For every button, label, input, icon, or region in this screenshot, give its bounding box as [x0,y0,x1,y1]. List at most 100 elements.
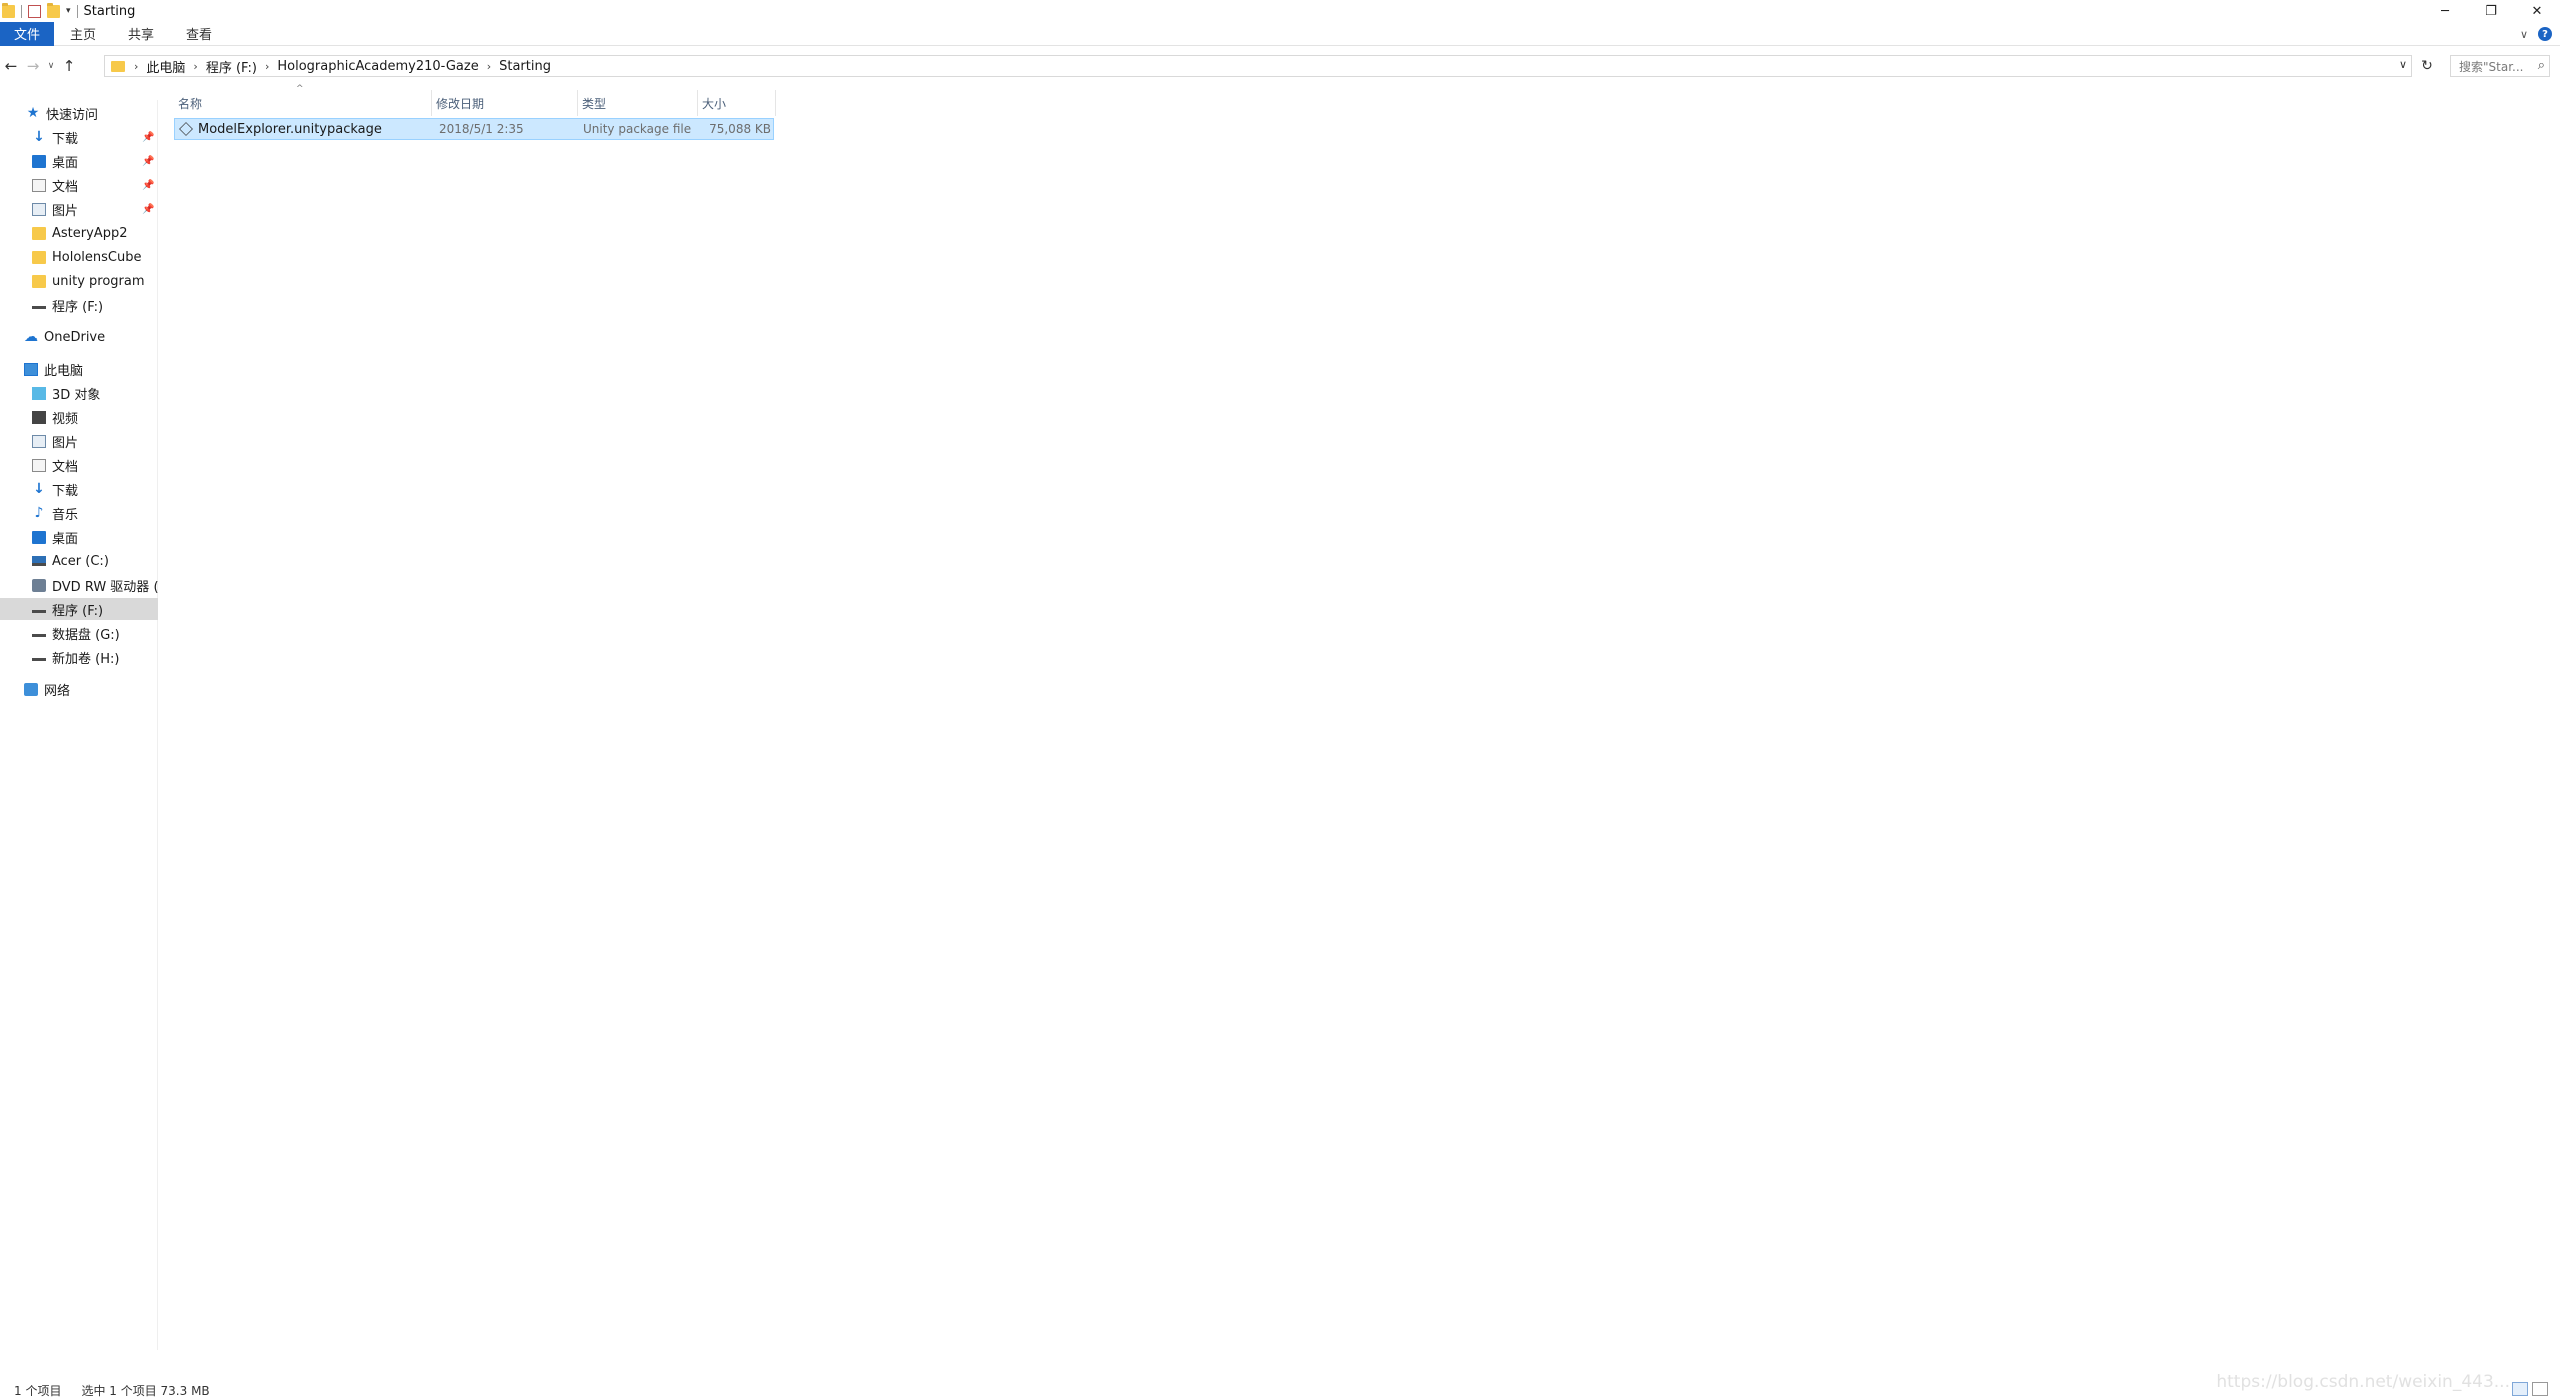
picture-icon [32,202,46,216]
nav-label: 3D 对象 [52,387,101,403]
nav-item-music[interactable]: ♪ 音乐 [0,502,158,524]
breadcrumb-current[interactable]: Starting [494,59,556,74]
breadcrumb-separator[interactable]: › [484,60,494,73]
system-drive-icon [32,556,46,566]
explorer-window: ▾ Starting ─ ❐ ✕ 文件 主页 共享 查看 ∨ ? ← → ∨ ↑… [0,0,2560,1400]
navigation-pane: ★ 快速访问 ↓ 下载 📌 桌面 📌 文档 📌 图片 📌 AsteryApp2 [0,100,158,1350]
customize-toolbar-icon[interactable]: ▾ [66,6,71,16]
computer-icon [24,362,38,376]
nav-label: 文档 [52,179,79,195]
drive-icon [32,605,46,613]
breadcrumb-separator[interactable]: › [190,60,200,73]
nav-label: 网络 [44,683,71,699]
nav-item-downloads[interactable]: ↓ 下载 📌 [0,126,158,148]
folder-icon [111,60,125,72]
help-icon[interactable]: ? [2538,27,2552,41]
drive-icon [32,629,46,637]
minimize-button[interactable]: ─ [2422,0,2468,22]
star-icon: ★ [26,105,40,121]
nav-label: 快速访问 [46,107,99,123]
ribbon-right: ∨ ? [2520,22,2552,46]
nav-item-drive-g[interactable]: 数据盘 (G:) [0,622,158,644]
nav-label: HololensCube [52,249,142,265]
forward-button[interactable]: → [22,55,44,77]
folder-icon [32,250,46,264]
dvd-drive-icon [32,578,46,592]
refresh-button[interactable]: ↻ [2416,55,2438,77]
restore-button[interactable]: ❐ [2468,0,2514,22]
breadcrumb-separator[interactable]: › [262,60,272,73]
nav-item-desktop[interactable]: 桌面 📌 [0,150,158,172]
nav-label: 数据盘 (G:) [52,627,120,643]
navigation-bar: ← → ∨ ↑ › 此电脑 › 程序 (F:) › HolographicAca… [0,53,2560,79]
nav-item-drive-f-quick[interactable]: 程序 (F:) [0,294,158,316]
download-icon: ↓ [33,481,45,497]
nav-quick-access[interactable]: ★ 快速访问 [0,102,158,124]
breadcrumb-project[interactable]: HolographicAcademy210-Gaze [272,59,483,74]
recent-locations-button[interactable]: ∨ [44,55,58,77]
details-view-icon[interactable] [2512,1382,2528,1396]
picture-icon [32,434,46,448]
breadcrumb-drive[interactable]: 程序 (F:) [201,57,262,76]
column-header-size[interactable]: 大小 [698,90,776,116]
search-input[interactable]: 搜索"Star... ⌕ [2450,55,2550,77]
nav-item-drive-f[interactable]: 程序 (F:) [0,598,158,620]
tab-file[interactable]: 文件 [0,21,55,46]
nav-item-unity-program[interactable]: unity program [0,270,158,292]
nav-item-videos[interactable]: 视频 [0,406,158,428]
nav-label: unity program [52,273,145,289]
pin-icon: 📌 [142,131,155,143]
nav-item-pictures[interactable]: 图片 📌 [0,198,158,220]
nav-label: 视频 [52,411,79,427]
large-icons-view-icon[interactable] [2532,1382,2548,1396]
nav-item-pictures-pc[interactable]: 图片 [0,430,158,452]
expand-ribbon-icon[interactable]: ∨ [2520,28,2528,41]
nav-item-drive-c[interactable]: Acer (C:) [0,550,158,572]
drive-icon [32,653,46,661]
nav-item-dvd-drive[interactable]: DVD RW 驱动器 (D [0,574,158,596]
column-header-type[interactable]: 类型 [578,90,698,116]
nav-item-documents[interactable]: 文档 📌 [0,174,158,196]
status-bar: 1 个项目 选中 1 个项目 73.3 MB [0,1380,2560,1400]
nav-item-documents-pc[interactable]: 文档 [0,454,158,476]
tab-home[interactable]: 主页 [54,22,112,46]
nav-item-desktop-pc[interactable]: 桌面 [0,526,158,548]
nav-item-downloads-pc[interactable]: ↓ 下载 [0,478,158,500]
nav-item-drive-h[interactable]: 新加卷 (H:) [0,646,158,668]
back-button[interactable]: ← [0,55,22,77]
properties-icon[interactable] [28,4,41,18]
address-bar[interactable]: › 此电脑 › 程序 (F:) › HolographicAcademy210-… [104,55,2412,77]
nav-label: 图片 [52,435,79,451]
tab-share[interactable]: 共享 [112,22,170,46]
address-dropdown-icon[interactable]: ∨ [2399,58,2407,71]
toolbar-separator [76,4,78,18]
nav-label: 文档 [52,459,79,475]
nav-this-pc[interactable]: 此电脑 [0,358,158,380]
pin-icon: 📌 [142,203,155,215]
nav-label: AsteryApp2 [52,225,128,241]
nav-onedrive[interactable]: ☁ OneDrive [0,326,158,348]
nav-label: 图片 [52,203,79,219]
nav-label: 桌面 [52,155,79,171]
nav-item-3d-objects[interactable]: 3D 对象 [0,382,158,404]
table-row[interactable]: ModelExplorer.unitypackage 2018/5/1 2:35… [174,118,774,140]
column-header-modified[interactable]: 修改日期 [432,90,578,116]
tab-view[interactable]: 查看 [170,22,228,46]
breadcrumb-this-pc[interactable]: 此电脑 [141,57,190,76]
nav-network[interactable]: 网络 [0,678,158,700]
nav-item-asteryapp2[interactable]: AsteryApp2 [0,222,158,244]
pin-icon: 📌 [142,179,155,191]
item-count: 1 个项目 [14,1383,62,1398]
window-title: Starting [83,3,136,19]
breadcrumb-separator[interactable]: › [131,60,141,73]
ribbon-tabs: 文件 主页 共享 查看 ∨ ? [0,21,2560,46]
column-header-name[interactable]: 名称 [174,90,432,116]
download-icon: ↓ [33,129,45,145]
new-folder-icon[interactable] [47,2,60,18]
up-button[interactable]: ↑ [58,55,80,77]
nav-item-hololenscube[interactable]: HololensCube [0,246,158,268]
drive-icon [32,301,46,309]
nav-label: 程序 (F:) [52,603,104,619]
close-button[interactable]: ✕ [2514,0,2560,22]
document-icon [32,458,46,472]
